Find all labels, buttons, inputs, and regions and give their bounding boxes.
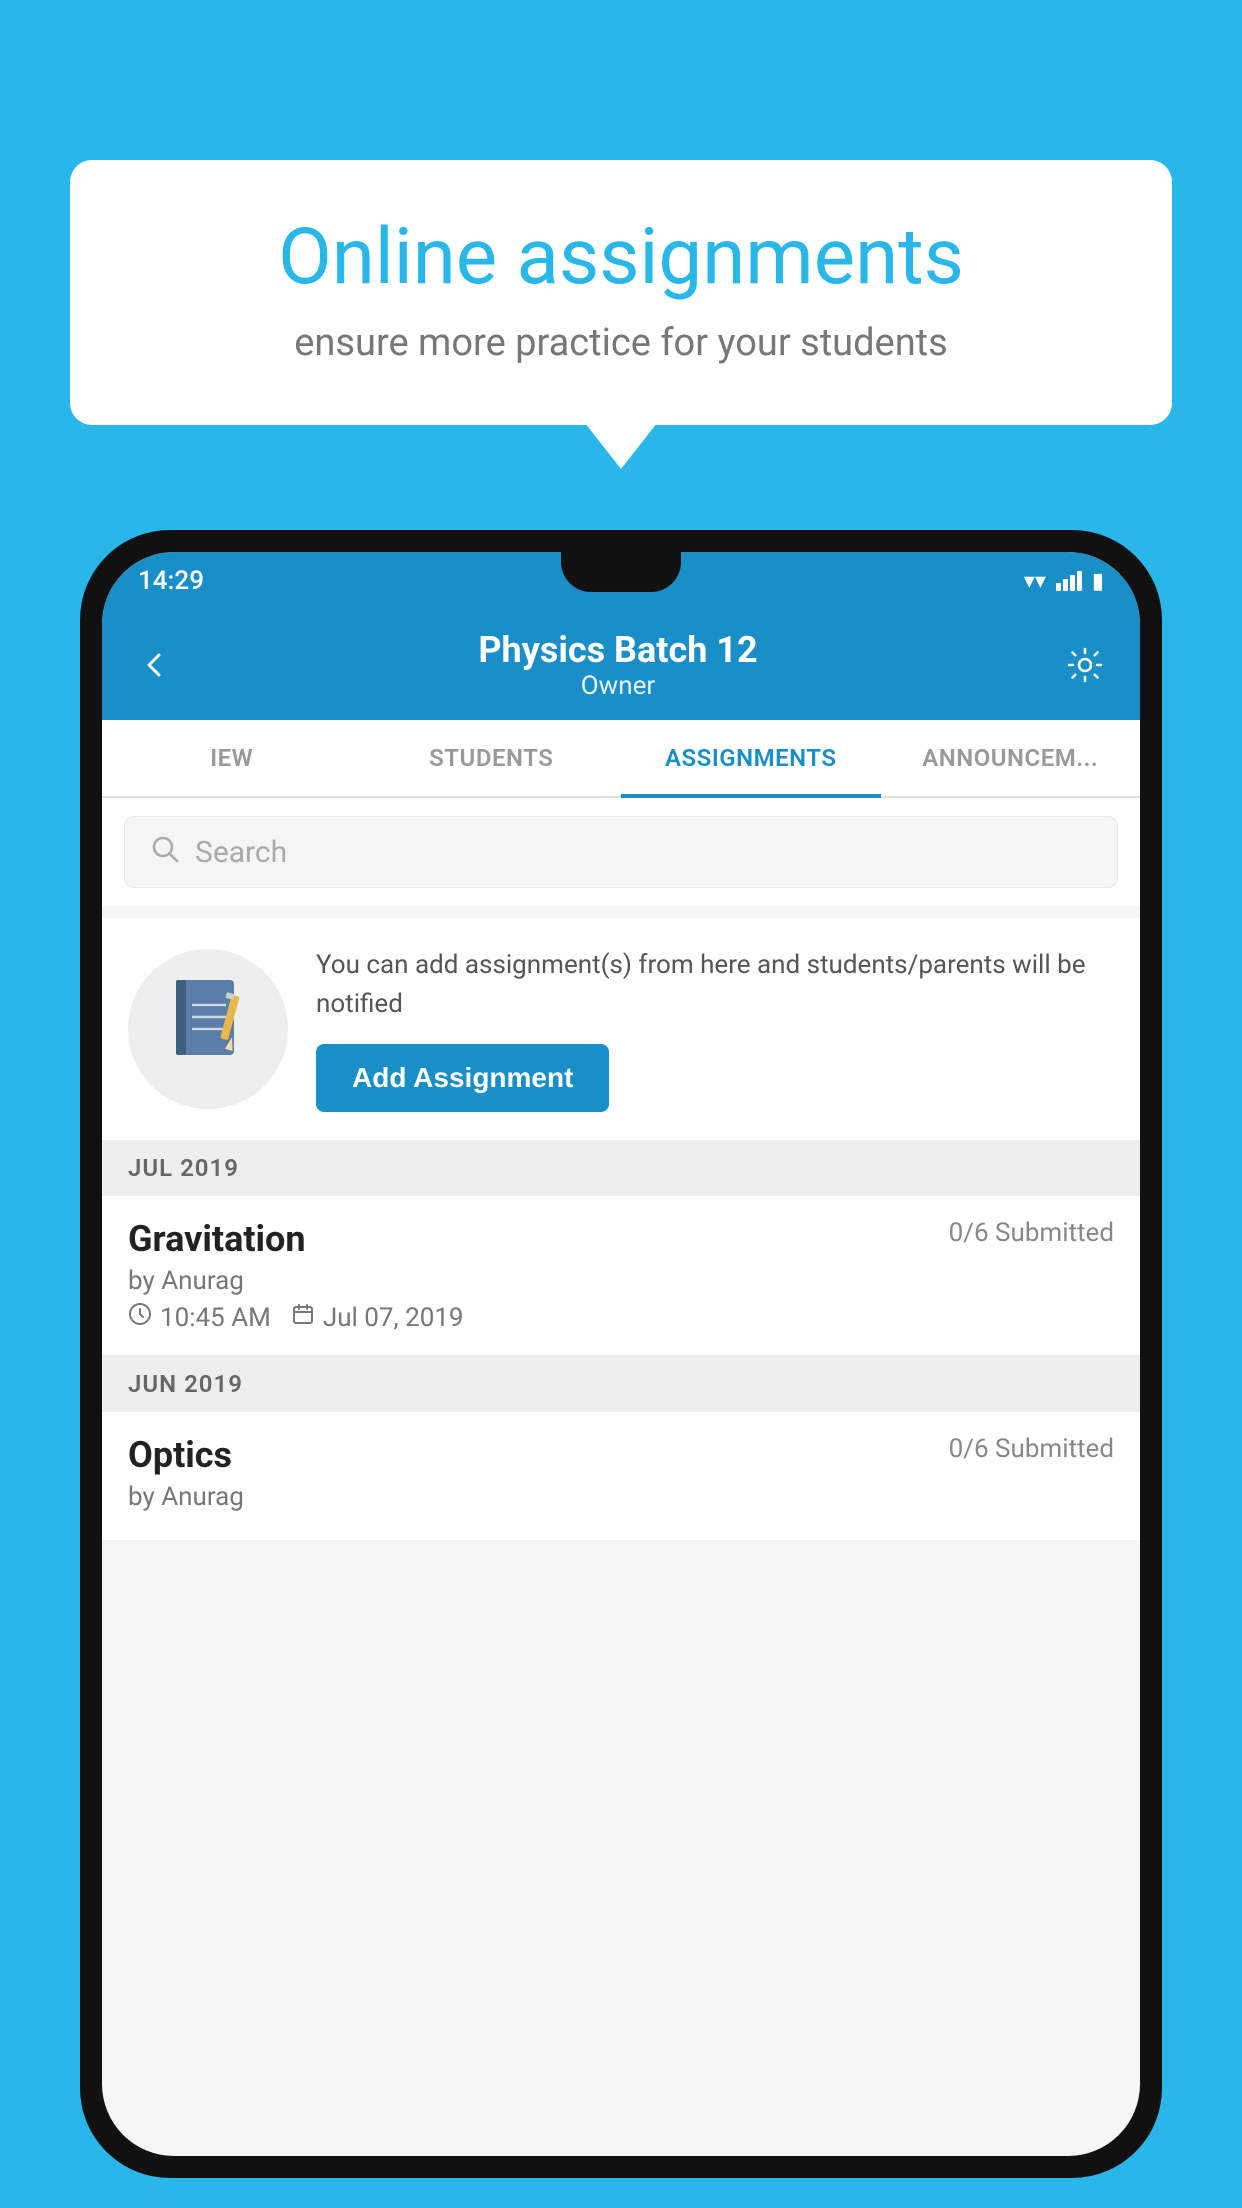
promo-text-section: You can add assignment(s) from here and … bbox=[316, 946, 1114, 1112]
tab-students[interactable]: STUDENTS bbox=[362, 720, 622, 796]
header-center: Physics Batch 12 Owner bbox=[478, 629, 757, 701]
speech-bubble-title: Online assignments bbox=[130, 215, 1112, 301]
speech-bubble-subtitle: ensure more practice for your students bbox=[130, 321, 1112, 365]
assignment-item-optics[interactable]: Optics 0/6 Submitted by Anurag bbox=[102, 1412, 1140, 1540]
search-bar[interactable]: Search bbox=[124, 816, 1118, 888]
add-assignment-button[interactable]: Add Assignment bbox=[316, 1044, 609, 1112]
search-placeholder: Search bbox=[195, 835, 287, 870]
assignment-time: 10:45 AM bbox=[160, 1303, 271, 1333]
assignment-time-date: 10:45 AM Jul 07, 2019 bbox=[128, 1302, 1114, 1333]
status-time: 14:29 bbox=[138, 566, 204, 596]
tab-announcements[interactable]: ANNOUNCEM... bbox=[881, 720, 1141, 796]
speech-bubble: Online assignments ensure more practice … bbox=[70, 160, 1172, 425]
header-subtitle: Owner bbox=[478, 671, 757, 701]
assignment-submitted-optics: 0/6 Submitted bbox=[949, 1434, 1114, 1464]
phone-notch bbox=[561, 552, 681, 592]
phone-screen: 14:29 ▾▾ ▮ bbox=[102, 552, 1140, 2156]
back-button[interactable] bbox=[132, 643, 176, 687]
speech-bubble-wrapper: Online assignments ensure more practice … bbox=[70, 160, 1172, 425]
section-label-jun: JUN 2019 bbox=[102, 1356, 1140, 1412]
assignment-by-optics: by Anurag bbox=[128, 1482, 1114, 1512]
assignment-header: Gravitation 0/6 Submitted bbox=[128, 1218, 1114, 1260]
battery-icon: ▮ bbox=[1092, 569, 1104, 594]
clock-icon bbox=[128, 1302, 152, 1333]
status-bar-right: ▾▾ ▮ bbox=[1024, 569, 1104, 594]
assignment-title-optics: Optics bbox=[128, 1434, 232, 1476]
calendar-icon bbox=[291, 1302, 315, 1333]
section-label-jul: JUL 2019 bbox=[102, 1140, 1140, 1196]
assignment-by: by Anurag bbox=[128, 1266, 1114, 1296]
time-item: 10:45 AM bbox=[128, 1302, 271, 1333]
header-title: Physics Batch 12 bbox=[478, 629, 757, 671]
promo-section: You can add assignment(s) from here and … bbox=[102, 918, 1140, 1140]
app-header: Physics Batch 12 Owner bbox=[102, 610, 1140, 720]
promo-icon-circle bbox=[128, 949, 288, 1109]
signal-icon bbox=[1056, 571, 1082, 591]
tabs-bar: IEW STUDENTS ASSIGNMENTS ANNOUNCEM... bbox=[102, 720, 1140, 798]
assignment-date: Jul 07, 2019 bbox=[323, 1303, 464, 1333]
assignment-header-optics: Optics 0/6 Submitted bbox=[128, 1434, 1114, 1476]
phone-frame: 14:29 ▾▾ ▮ bbox=[80, 530, 1162, 2178]
assignment-title: Gravitation bbox=[128, 1218, 306, 1260]
assignment-submitted: 0/6 Submitted bbox=[949, 1218, 1114, 1248]
promo-description: You can add assignment(s) from here and … bbox=[316, 946, 1114, 1024]
date-item: Jul 07, 2019 bbox=[291, 1302, 464, 1333]
tab-assignments[interactable]: ASSIGNMENTS bbox=[621, 720, 881, 796]
notebook-icon bbox=[168, 975, 248, 1083]
settings-button[interactable] bbox=[1060, 640, 1110, 690]
wifi-icon: ▾▾ bbox=[1024, 569, 1046, 594]
assignment-item-gravitation[interactable]: Gravitation 0/6 Submitted by Anurag 10:4… bbox=[102, 1196, 1140, 1356]
search-icon bbox=[151, 833, 179, 871]
search-bar-wrapper: Search bbox=[102, 798, 1140, 906]
tab-iew[interactable]: IEW bbox=[102, 720, 362, 796]
